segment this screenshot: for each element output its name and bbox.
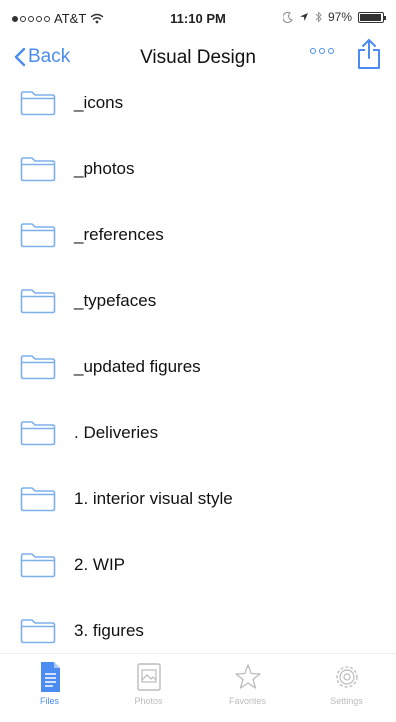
folder-icon [20,157,56,182]
tab-bar: Files Photos Favorites Settings [0,653,396,722]
tab-photos[interactable]: Photos [99,654,198,722]
gear-icon [335,666,358,688]
status-right: 97% [282,10,386,24]
status-bar: AT&T 11:10 PM 97% [0,0,396,38]
folder-name: 2. WIP [74,555,126,574]
battery-icon [358,11,386,23]
folder-row[interactable]: _typefaces [0,268,396,334]
files-icon [40,662,60,692]
tab-settings[interactable]: Settings [297,654,396,722]
folder-icon [20,289,56,314]
share-icon[interactable] [356,38,382,70]
folder-name: 3. figures [74,621,144,640]
more-dot-icon [310,48,316,54]
more-dot-icon [319,48,325,54]
photos-icon [136,663,161,691]
folder-row[interactable]: 2. WIP [0,532,396,598]
tab-label: Favorites [228,696,266,706]
bluetooth-icon [315,11,322,23]
folder-icon [20,91,56,116]
tab-favorites[interactable]: Favorites [198,654,297,722]
folder-name: _references [74,225,164,244]
folder-row[interactable]: _updated figures [0,334,396,400]
folder-name: _updated figures [74,357,201,376]
folder-row[interactable]: 1. interior visual style [0,466,396,532]
more-dot-icon [328,48,334,54]
folder-list: _icons _photos _references _typefaces _u… [0,70,396,664]
tab-label: Files [39,696,59,706]
folder-icon [20,553,56,578]
folder-icon [20,223,56,248]
folder-name: . Deliveries [74,423,159,442]
location-arrow-icon [299,13,308,21]
folder-icon [20,619,56,644]
folder-icon [20,355,56,380]
folder-name: 1. interior visual style [74,489,233,508]
page-title: Visual Design [140,47,256,68]
folder-row[interactable]: . Deliveries [0,400,396,466]
folder-icon [20,487,56,512]
battery-percent: 97% [327,10,352,24]
folder-row[interactable]: _photos [0,136,396,202]
more-options-button[interactable] [310,48,334,54]
tab-label: Photos [134,696,163,706]
folder-icon [20,421,56,446]
folder-name: _photos [74,159,135,178]
tab-label: Settings [330,696,363,706]
folder-name: _icons [74,93,124,112]
folder-name: _typefaces [74,291,157,310]
star-icon [234,664,261,689]
tab-files[interactable]: Files [0,654,99,722]
folder-row[interactable]: _references [0,202,396,268]
moon-icon [282,11,293,23]
folder-row[interactable]: _icons [0,70,396,136]
